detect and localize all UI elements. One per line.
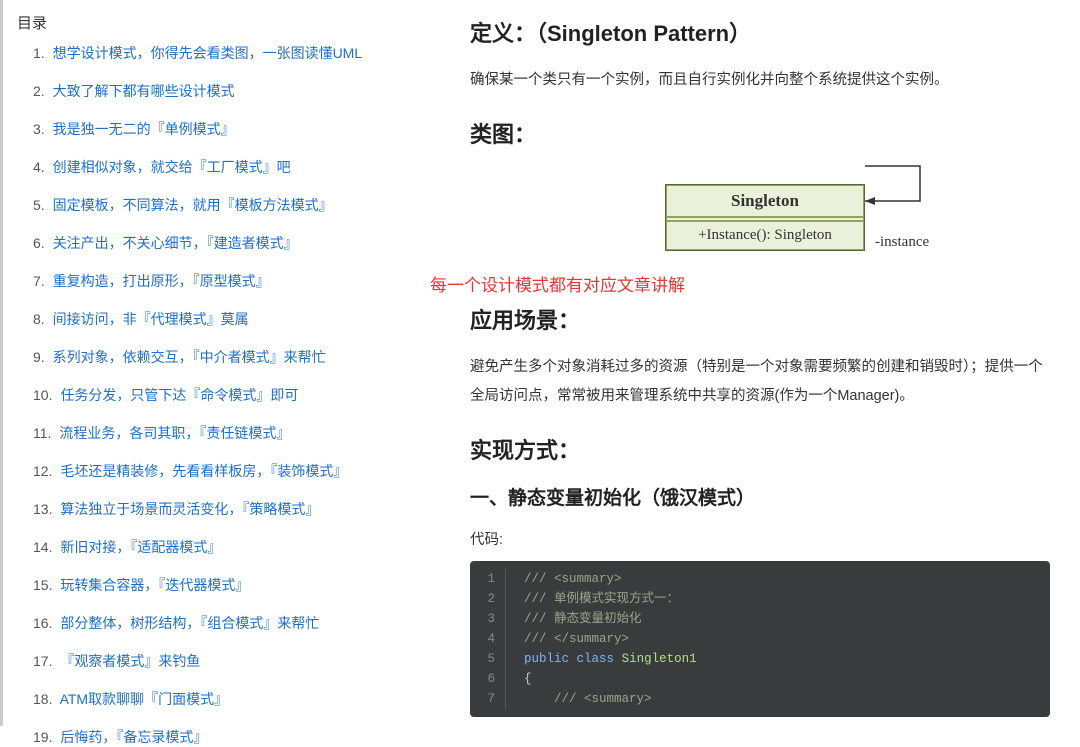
toc-item-number: 3. <box>33 121 45 137</box>
definition-body: 确保某一个类只有一个实例，而且自行实例化并向整个系统提供这个实例。 <box>470 66 1050 95</box>
impl-heading: 实现方式： <box>470 433 1050 465</box>
toc-item-number: 18. <box>33 691 52 707</box>
line-number: 4 <box>470 629 506 649</box>
article-body: 定义：（Singleton Pattern） 确保某一个类只有一个实例，而且自行… <box>430 0 1080 726</box>
line-number: 5 <box>470 649 506 669</box>
toc-item: 2. 大致了解下都有哪些设计模式 <box>33 81 422 101</box>
toc-link[interactable]: 关注产出，不关心细节，『建造者模式』 <box>49 235 298 251</box>
scene-body: 避免产生多个对象消耗过多的资源（特别是一个对象需要频繁的创建和销毁时）；提供一个… <box>470 353 1050 411</box>
toc-item-number: 7. <box>33 273 45 289</box>
toc-link[interactable]: 重复构造，打出原形，『原型模式』 <box>49 273 270 289</box>
code-text: /// 静态变量初始化 <box>506 609 642 629</box>
line-number: 6 <box>470 669 506 689</box>
code-block: 1/// <summary>2/// 单例模式实现方式一：3/// 静态变量初始… <box>470 561 1050 717</box>
toc-item-number: 11. <box>33 425 51 441</box>
toc-item-number: 9. <box>33 349 45 365</box>
uml-class-box: Singleton +Instance(): Singleton <box>665 184 865 251</box>
toc-title: 目录 <box>15 12 422 33</box>
table-of-contents: 目录 1. 想学设计模式，你得先会看类图，一张图读懂UML 2. 大致了解下都有哪… <box>0 0 430 726</box>
toc-item: 1. 想学设计模式，你得先会看类图，一张图读懂UML <box>33 43 422 63</box>
code-label: 代码: <box>470 528 1050 549</box>
code-line: 2/// 单例模式实现方式一： <box>470 589 1050 609</box>
impl-subheading: 一、静态变量初始化（饿汉模式） <box>470 483 1050 510</box>
uml-diagram: 每一个设计模式都有对应文章讲解 Singleton +Instance(): S… <box>470 167 1050 277</box>
code-line: 3/// 静态变量初始化 <box>470 609 1050 629</box>
toc-link[interactable]: 想学设计模式，你得先会看类图，一张图读懂UML <box>49 45 362 61</box>
code-text: public class Singleton1 <box>506 649 697 669</box>
toc-link[interactable]: 流程业务，各司其职，『责任链模式』 <box>55 425 290 441</box>
toc-link[interactable]: 算法独立于场景而灵活变化，『策略模式』 <box>56 501 319 517</box>
toc-item: 10. 任务分发，只管下达『命令模式』即可 <box>33 385 422 405</box>
toc-item: 19. 后悔药，『备忘录模式』 <box>33 727 422 747</box>
toc-link[interactable]: ATM取款聊聊『门面模式』 <box>56 691 228 707</box>
toc-link[interactable]: 间接访问，非『代理模式』莫属 <box>49 311 249 327</box>
code-text: /// </summary> <box>506 629 629 649</box>
toc-item: 5. 固定模板，不同算法，就用『模板方法模式』 <box>33 195 422 215</box>
uml-self-association: -instance <box>865 161 935 276</box>
toc-item: 3. 我是独一无二的『单例模式』 <box>33 119 422 139</box>
toc-item-number: 17. <box>33 653 52 669</box>
toc-item-number: 5. <box>33 197 45 213</box>
line-number: 7 <box>470 689 506 709</box>
toc-item: 9. 系列对象，依赖交互，『中介者模式』来帮忙 <box>33 347 422 367</box>
assoc-label: -instance <box>875 234 929 250</box>
line-number: 2 <box>470 589 506 609</box>
toc-link[interactable]: 部分整体，树形结构，『组合模式』来帮忙 <box>56 615 319 631</box>
diagram-heading: 类图： <box>470 117 1050 149</box>
toc-item-number: 10. <box>33 387 52 403</box>
toc-item: 12. 毛坯还是精装修，先看看样板房，『装饰模式』 <box>33 461 422 481</box>
code-text: /// 单例模式实现方式一： <box>506 589 679 609</box>
line-number: 3 <box>470 609 506 629</box>
code-text: /// <summary> <box>506 689 652 709</box>
code-line: 6{ <box>470 669 1050 689</box>
toc-item-number: 1. <box>33 45 45 61</box>
toc-item-number: 16. <box>33 615 52 631</box>
code-line: 7 /// <summary> <box>470 689 1050 709</box>
definition-heading: 定义：（Singleton Pattern） <box>470 16 1050 48</box>
scene-heading: 应用场景： <box>470 303 1050 335</box>
toc-item-number: 12. <box>33 463 52 479</box>
toc-item: 4. 创建相似对象，就交给『工厂模式』吧 <box>33 157 422 177</box>
toc-item: 7. 重复构造，打出原形，『原型模式』 <box>33 271 422 291</box>
code-text: { <box>506 669 532 689</box>
toc-item: 8. 间接访问，非『代理模式』莫属 <box>33 309 422 329</box>
toc-item: 17. 『观察者模式』来钓鱼 <box>33 651 422 671</box>
toc-item: 16. 部分整体，树形结构，『组合模式』来帮忙 <box>33 613 422 633</box>
toc-item: 13. 算法独立于场景而灵活变化，『策略模式』 <box>33 499 422 519</box>
toc-link[interactable]: 大致了解下都有哪些设计模式 <box>49 83 235 99</box>
toc-item-number: 4. <box>33 159 45 175</box>
toc-list: 1. 想学设计模式，你得先会看类图，一张图读懂UML 2. 大致了解下都有哪些设计… <box>15 43 422 747</box>
toc-item-number: 6. <box>33 235 45 251</box>
code-line: 1/// <summary> <box>470 569 1050 589</box>
toc-link[interactable]: 玩转集合容器，『迭代器模式』 <box>56 577 249 593</box>
toc-link[interactable]: 创建相似对象，就交给『工厂模式』吧 <box>49 159 291 175</box>
code-line: 5public class Singleton1 <box>470 649 1050 669</box>
toc-item: 11. 流程业务，各司其职，『责任链模式』 <box>33 423 422 443</box>
toc-link[interactable]: 我是独一无二的『单例模式』 <box>49 121 235 137</box>
code-line: 4/// </summary> <box>470 629 1050 649</box>
toc-item: 14. 新旧对接，『适配器模式』 <box>33 537 422 557</box>
toc-item-number: 15. <box>33 577 52 593</box>
toc-link[interactable]: 固定模板，不同算法，就用『模板方法模式』 <box>49 197 333 213</box>
toc-link[interactable]: 任务分发，只管下达『命令模式』即可 <box>56 387 298 403</box>
toc-item-number: 2. <box>33 83 45 99</box>
red-annotation: 每一个设计模式都有对应文章讲解 <box>430 271 685 296</box>
toc-link[interactable]: 后悔药，『备忘录模式』 <box>56 729 207 745</box>
toc-item-number: 13. <box>33 501 52 517</box>
uml-method: +Instance(): Singleton <box>666 221 864 250</box>
toc-item: 15. 玩转集合容器，『迭代器模式』 <box>33 575 422 595</box>
line-number: 1 <box>470 569 506 589</box>
toc-link[interactable]: 『观察者模式』来钓鱼 <box>56 653 200 669</box>
code-text: /// <summary> <box>506 569 622 589</box>
toc-item-number: 19. <box>33 729 52 745</box>
uml-class-name: Singleton <box>666 185 864 217</box>
toc-link[interactable]: 新旧对接，『适配器模式』 <box>56 539 221 555</box>
toc-link[interactable]: 毛坯还是精装修，先看看样板房，『装饰模式』 <box>56 463 347 479</box>
toc-item: 6. 关注产出，不关心细节，『建造者模式』 <box>33 233 422 253</box>
toc-item-number: 14. <box>33 539 52 555</box>
toc-item: 18. ATM取款聊聊『门面模式』 <box>33 689 422 709</box>
toc-item-number: 8. <box>33 311 45 327</box>
toc-link[interactable]: 系列对象，依赖交互，『中介者模式』来帮忙 <box>49 349 326 365</box>
